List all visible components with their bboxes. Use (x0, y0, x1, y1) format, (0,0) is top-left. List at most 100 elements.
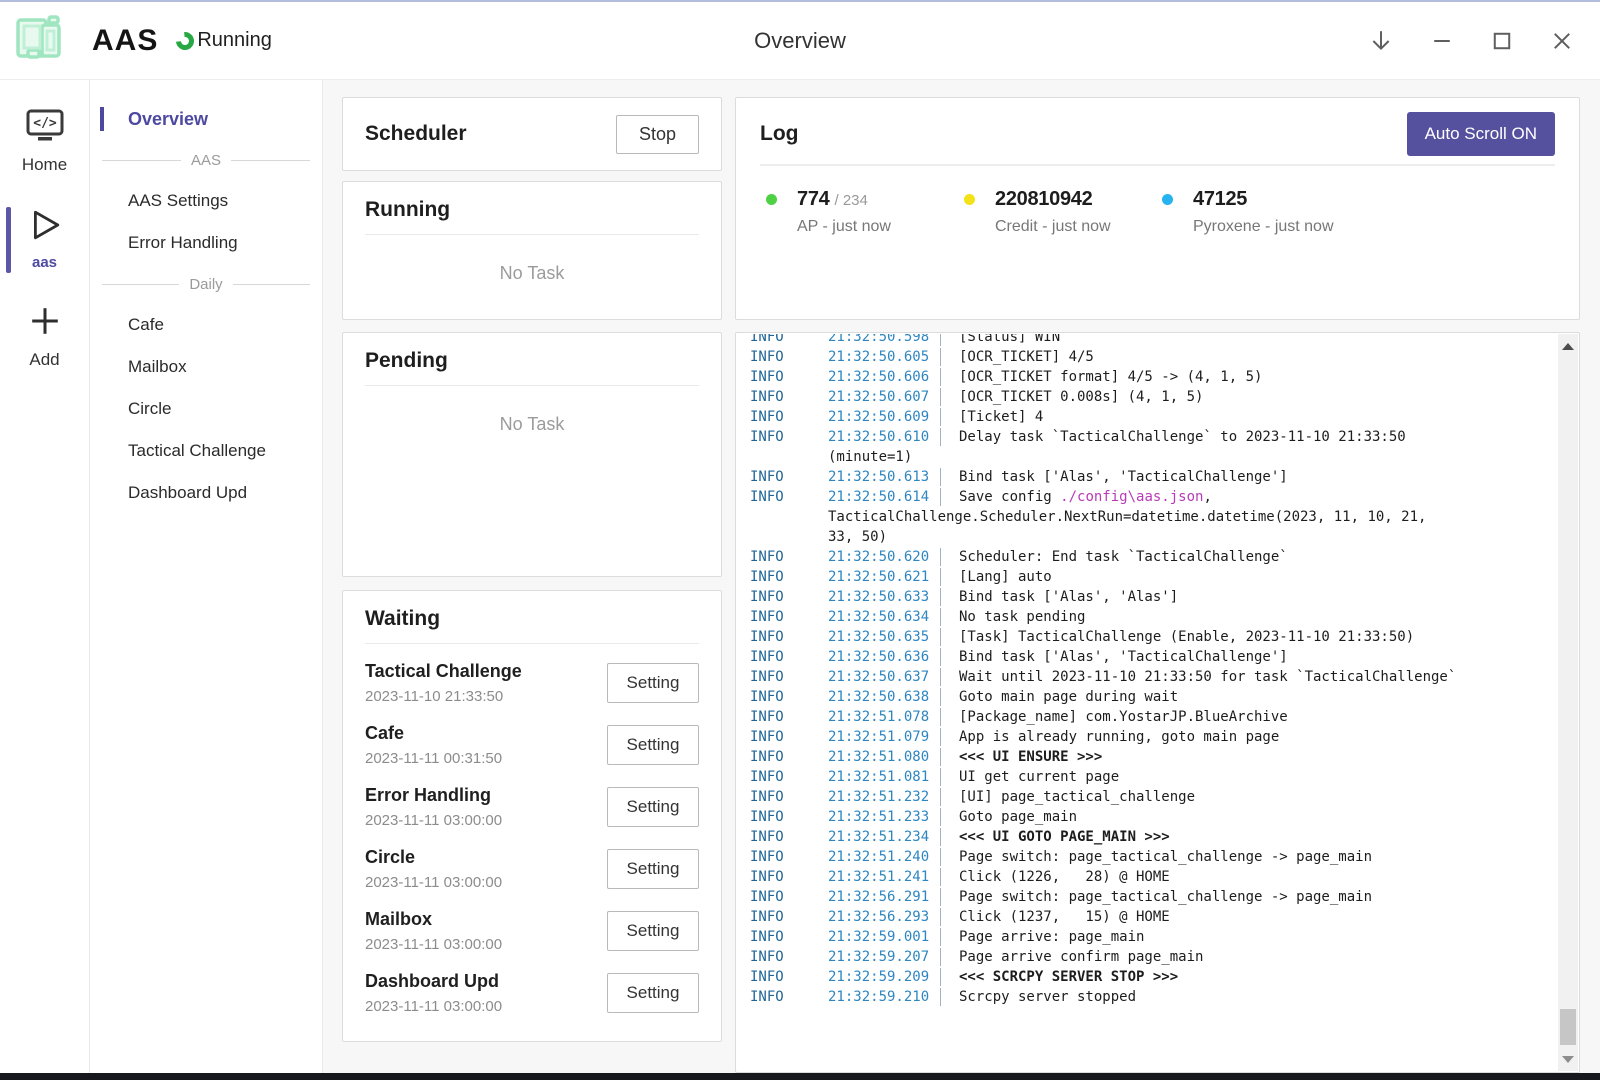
play-icon (29, 209, 61, 246)
log-line-continuation: (minute=1) (750, 447, 1558, 467)
log-line: INFO21:32:51.241Click (1226, 28) @ HOME (750, 867, 1558, 887)
waiting-task-row: Dashboard Upd 2023-11-11 03:00:00 Settin… (365, 962, 699, 1024)
log-line: INFO21:32:51.078[Package_name] com.Yosta… (750, 707, 1558, 727)
scrollbar-thumb[interactable] (1560, 1009, 1576, 1045)
stat-dot-icon (1162, 194, 1173, 205)
app-window: AAS Running Overview (0, 0, 1600, 1080)
running-title: Running (365, 198, 699, 222)
divider (365, 385, 699, 386)
task-setting-button[interactable]: Setting (607, 663, 699, 703)
stat-dot-icon (964, 194, 975, 205)
stat-dot-icon (766, 194, 777, 205)
task-setting-button[interactable]: Setting (607, 973, 699, 1013)
sidebar-item-cafe[interactable]: Cafe (90, 304, 322, 346)
waiting-task-row: Tactical Challenge 2023-11-10 21:33:50 S… (365, 652, 699, 714)
log-line-continuation: TacticalChallenge.Scheduler.NextRun=date… (750, 507, 1558, 527)
scroll-down-icon[interactable] (1558, 1049, 1578, 1069)
waiting-title: Waiting (365, 607, 699, 631)
window-controls (1366, 2, 1576, 80)
svg-text:</>: </> (33, 116, 57, 131)
pending-title: Pending (365, 349, 699, 373)
maximize-icon[interactable] (1488, 27, 1516, 55)
sidebar-item-overview[interactable]: Overview (90, 98, 322, 140)
task-setting-button[interactable]: Setting (607, 911, 699, 951)
rail-item-aas[interactable]: aas (0, 201, 89, 279)
waiting-card: Waiting Tactical Challenge 2023-11-10 21… (342, 590, 722, 1042)
log-line: INFO21:32:50.637Wait until 2023-11-10 21… (750, 667, 1558, 687)
minimize-icon[interactable] (1428, 27, 1456, 55)
scroll-up-icon[interactable] (1558, 336, 1578, 356)
status-label: Running (197, 29, 272, 52)
window-bottom-edge (0, 1073, 1600, 1080)
log-line: INFO21:32:50.621[Lang] auto (750, 567, 1558, 587)
log-line: INFO21:32:51.081UI get current page (750, 767, 1558, 787)
sidebar-item-mailbox[interactable]: Mailbox (90, 346, 322, 388)
log-line: INFO21:32:50.605[OCR_TICKET] 4/5 (750, 347, 1558, 367)
log-title: Log (760, 122, 798, 146)
log-line: INFO21:32:51.233Goto page_main (750, 807, 1558, 827)
download-update-icon[interactable] (1366, 25, 1396, 57)
waiting-task-list: Tactical Challenge 2023-11-10 21:33:50 S… (365, 652, 699, 1024)
log-line-continuation: 33, 50) (750, 527, 1558, 547)
main-area: Scheduler Stop Running No Task Pending N… (323, 80, 1600, 1073)
log-line: INFO21:32:50.634No task pending (750, 607, 1558, 627)
task-setting-button[interactable]: Setting (607, 849, 699, 889)
sidebar-item-tactical-challenge[interactable]: Tactical Challenge (90, 430, 322, 472)
log-line: INFO21:32:50.606[OCR_TICKET format] 4/5 … (750, 367, 1558, 387)
log-stat: 220810942 Credit - just now (958, 188, 1156, 236)
task-setting-button[interactable]: Setting (607, 725, 699, 765)
active-indicator (6, 207, 11, 273)
scheduler-status: Running (176, 29, 272, 52)
log-line: INFO21:32:51.232[UI] page_tactical_chall… (750, 787, 1558, 807)
sidebar-section-separator: Daily (90, 264, 322, 304)
pending-empty-text: No Task (365, 414, 699, 435)
plus-icon (29, 305, 61, 342)
running-card: Running No Task (342, 181, 722, 320)
running-empty-text: No Task (365, 263, 699, 284)
log-line: INFO21:32:51.234<<< UI GOTO PAGE_MAIN >>… (750, 827, 1558, 847)
active-indicator (100, 107, 104, 131)
log-body[interactable]: INFO21:32:50.598[Status] WIN INFO21:32:5… (737, 334, 1558, 1071)
log-line: INFO21:32:50.620Scheduler: End task `Tac… (750, 547, 1558, 567)
log-line: INFO21:32:56.291Page switch: page_tactic… (750, 887, 1558, 907)
log-line: INFO21:32:50.609[Ticket] 4 (750, 407, 1558, 427)
log-line: INFO21:32:51.080<<< UI ENSURE >>> (750, 747, 1558, 767)
log-line: INFO21:32:50.638Goto main page during wa… (750, 687, 1558, 707)
log-line: INFO21:32:50.598[Status] WIN (750, 334, 1558, 347)
log-line: INFO21:32:56.293Click (1237, 15) @ HOME (750, 907, 1558, 927)
task-setting-button[interactable]: Setting (607, 787, 699, 827)
auto-scroll-button[interactable]: Auto Scroll ON (1407, 112, 1555, 156)
log-line: INFO21:32:59.001Page arrive: page_main (750, 927, 1558, 947)
log-line: INFO21:32:59.209<<< SCRCPY SERVER STOP >… (750, 967, 1558, 987)
scheduler-card: Scheduler Stop (342, 97, 722, 171)
log-line: INFO21:32:51.240Page switch: page_tactic… (750, 847, 1558, 867)
log-line: INFO21:32:51.079App is already running, … (750, 727, 1558, 747)
log-scrollbar (1558, 334, 1578, 1071)
stop-button[interactable]: Stop (616, 115, 699, 154)
log-stat: 774/ 234 AP - just now (760, 188, 958, 236)
sidebar-item-error-handling[interactable]: Error Handling (90, 222, 322, 264)
rail-item-home[interactable]: </> Home (0, 100, 89, 183)
waiting-task-row: Cafe 2023-11-11 00:31:50 Setting (365, 714, 699, 776)
waiting-task-row: Error Handling 2023-11-11 03:00:00 Setti… (365, 776, 699, 838)
log-line: INFO21:32:50.607[OCR_TICKET 0.008s] (4, … (750, 387, 1558, 407)
divider (365, 234, 699, 235)
rail-item-add[interactable]: Add (0, 297, 89, 378)
waiting-task-row: Circle 2023-11-11 03:00:00 Setting (365, 838, 699, 900)
sidebar-item-dashboard-upd[interactable]: Dashboard Upd (90, 472, 322, 514)
sidebar-item-aas-settings[interactable]: AAS Settings (90, 180, 322, 222)
app-logo-icon (12, 10, 70, 71)
log-line: INFO21:32:50.614Save config ./config\aas… (750, 487, 1558, 507)
log-line: INFO21:32:59.207Page arrive confirm page… (750, 947, 1558, 967)
close-icon[interactable] (1548, 27, 1576, 55)
log-viewer: INFO21:32:50.598[Status] WIN INFO21:32:5… (735, 332, 1580, 1073)
log-line: INFO21:32:50.610Delay task `TacticalChal… (750, 427, 1558, 447)
pending-card: Pending No Task (342, 332, 722, 577)
divider (760, 164, 1555, 166)
log-line: INFO21:32:50.636Bind task ['Alas', 'Tact… (750, 647, 1558, 667)
log-stats: 774/ 234 AP - just now 220810942 Credit … (760, 188, 1555, 236)
log-line: INFO21:32:50.613Bind task ['Alas', 'Tact… (750, 467, 1558, 487)
sidebar-item-circle[interactable]: Circle (90, 388, 322, 430)
log-stat: 47125 Pyroxene - just now (1156, 188, 1354, 236)
home-icon: </> (25, 108, 65, 147)
